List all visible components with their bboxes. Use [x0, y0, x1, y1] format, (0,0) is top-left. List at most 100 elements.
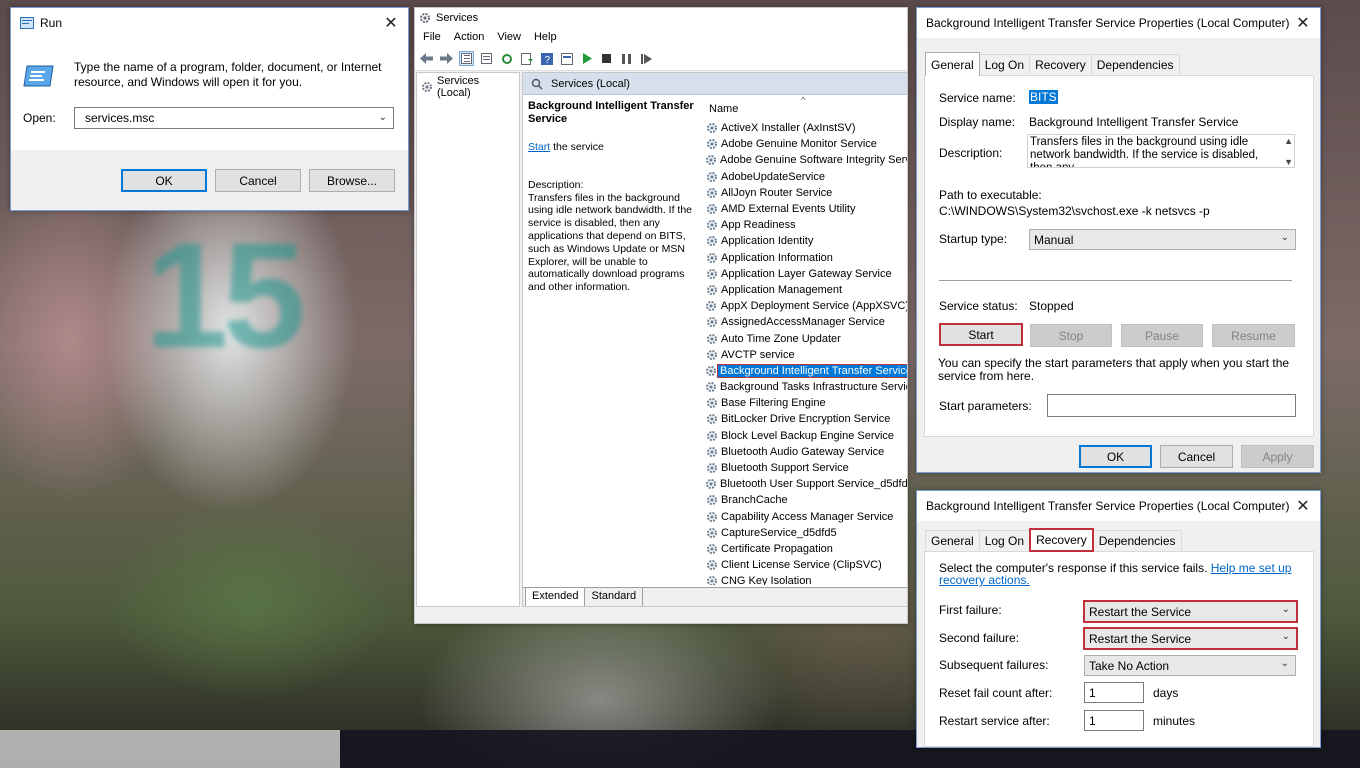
service-row[interactable]: AVCTP service: [705, 347, 907, 363]
run-browse-button[interactable]: Browse...: [309, 169, 395, 192]
service-row[interactable]: Block Level Backup Engine Service: [705, 428, 907, 444]
show-tree-icon[interactable]: [459, 51, 474, 66]
pause-service-icon[interactable]: [619, 51, 634, 66]
run-ok-button[interactable]: OK: [121, 169, 207, 192]
run-prompt: Type the name of a program, folder, docu…: [74, 60, 382, 89]
tab-extended[interactable]: Extended: [525, 588, 586, 606]
menu-action[interactable]: Action: [454, 31, 485, 43]
service-row[interactable]: Bluetooth Support Service: [705, 460, 907, 476]
restart-service-unit: minutes: [1153, 714, 1196, 728]
scroll-up-icon[interactable]: ▲: [1284, 136, 1293, 146]
service-row[interactable]: Certificate Propagation: [705, 541, 907, 557]
service-name-value[interactable]: BITS: [1029, 90, 1058, 104]
start-button[interactable]: Start: [939, 323, 1023, 346]
gear-icon: [705, 445, 718, 458]
resume-button[interactable]: Resume: [1212, 324, 1295, 347]
service-row[interactable]: AdobeUpdateService: [705, 169, 907, 185]
service-row-label: Certificate Propagation: [721, 542, 833, 555]
service-row[interactable]: Background Tasks Infrastructure Service: [705, 379, 907, 395]
service-row[interactable]: ActiveX Installer (AxInstSV): [705, 120, 907, 136]
refresh-icon[interactable]: [499, 51, 514, 66]
reset-fail-count-input[interactable]: 1: [1084, 682, 1144, 703]
props1-close-button[interactable]: ✕: [1286, 8, 1320, 38]
export-list-icon[interactable]: [519, 51, 534, 66]
chevron-down-icon[interactable]: ⌄: [379, 112, 387, 123]
tab-recovery[interactable]: Recovery: [1029, 54, 1092, 74]
properties-icon[interactable]: [559, 51, 574, 66]
tab-dependencies[interactable]: Dependencies: [1090, 54, 1180, 74]
service-row[interactable]: Client License Service (ClipSVC): [705, 557, 907, 573]
run-open-input[interactable]: services.msc ⌄: [74, 107, 394, 129]
tab-general[interactable]: General: [925, 52, 980, 76]
start-service-link[interactable]: Start: [528, 141, 550, 153]
menu-file[interactable]: File: [423, 31, 441, 43]
description-box[interactable]: Transfers files in the background using …: [1027, 134, 1295, 168]
service-row[interactable]: CNG Key Isolation: [705, 573, 907, 585]
run-titlebar: Run ✕: [11, 8, 408, 38]
tab-log-on[interactable]: Log On: [978, 530, 1031, 550]
service-row[interactable]: Application Management: [705, 282, 907, 298]
restart-service-icon[interactable]: [639, 51, 654, 66]
service-row[interactable]: AppX Deployment Service (AppXSVC): [705, 298, 907, 314]
tab-recovery[interactable]: Recovery: [1029, 528, 1094, 552]
service-row[interactable]: AMD External Events Utility: [705, 201, 907, 217]
service-row[interactable]: Auto Time Zone Updater: [705, 330, 907, 346]
service-row[interactable]: BitLocker Drive Encryption Service: [705, 411, 907, 427]
service-row[interactable]: Adobe Genuine Monitor Service: [705, 136, 907, 152]
service-row[interactable]: Adobe Genuine Software Integrity Servi: [705, 152, 907, 168]
gear-icon: [705, 364, 717, 377]
service-row[interactable]: Application Identity: [705, 233, 907, 249]
run-close-button[interactable]: ✕: [374, 8, 408, 38]
props1-cancel-button[interactable]: Cancel: [1160, 445, 1233, 468]
second-failure-select[interactable]: Restart the Service ⌄: [1083, 627, 1298, 650]
back-arrow-icon[interactable]: [419, 51, 434, 66]
close-icon: ✕: [384, 15, 398, 32]
props1-apply-button[interactable]: Apply: [1241, 445, 1314, 468]
service-row[interactable]: Bluetooth User Support Service_d5dfd5: [705, 476, 907, 492]
tab-dependencies[interactable]: Dependencies: [1092, 530, 1182, 550]
help-icon[interactable]: ?: [539, 51, 554, 66]
run-cancel-button[interactable]: Cancel: [215, 169, 301, 192]
service-row-label: ActiveX Installer (AxInstSV): [721, 122, 856, 135]
service-row[interactable]: App Readiness: [705, 217, 907, 233]
startup-type-select[interactable]: Manual ⌄: [1029, 229, 1296, 250]
restart-service-input[interactable]: 1: [1084, 710, 1144, 731]
start-params-input[interactable]: [1047, 394, 1296, 417]
subsequent-failures-select[interactable]: Take No Action ⌄: [1084, 655, 1296, 676]
service-row[interactable]: AssignedAccessManager Service: [705, 314, 907, 330]
props2-close-button[interactable]: ✕: [1286, 491, 1320, 521]
list-view-icon[interactable]: [479, 51, 494, 66]
stop-button[interactable]: Stop: [1030, 324, 1112, 347]
gear-icon: [705, 462, 718, 475]
service-row[interactable]: Bluetooth Audio Gateway Service: [705, 444, 907, 460]
service-row[interactable]: Application Layer Gateway Service: [705, 266, 907, 282]
props1-tabs: General Log On Recovery Dependencies: [925, 52, 1180, 76]
service-row[interactable]: CaptureService_d5dfd5: [705, 525, 907, 541]
gear-icon: [705, 219, 718, 232]
gear-icon: [705, 542, 718, 555]
forward-arrow-icon[interactable]: [439, 51, 454, 66]
column-header-name[interactable]: Name: [705, 95, 907, 117]
props1-ok-button[interactable]: OK: [1079, 445, 1152, 468]
tab-log-on[interactable]: Log On: [978, 54, 1031, 74]
pause-button[interactable]: Pause: [1121, 324, 1203, 347]
first-failure-select[interactable]: Restart the Service ⌄: [1083, 600, 1298, 623]
services-menubar: File Action View Help: [415, 27, 907, 47]
tree-item-services-local[interactable]: Services (Local): [417, 73, 519, 101]
menu-view[interactable]: View: [497, 31, 521, 43]
scroll-down-icon[interactable]: ▼: [1284, 157, 1293, 167]
menu-help[interactable]: Help: [534, 31, 557, 43]
stop-service-icon[interactable]: [599, 51, 614, 66]
service-row[interactable]: AllJoyn Router Service: [705, 185, 907, 201]
detail-title: Background Intelligent Transfer Service: [528, 100, 694, 125]
props2-tabs: General Log On Recovery Dependencies: [925, 528, 1182, 552]
service-row[interactable]: Capability Access Manager Service: [705, 509, 907, 525]
service-row[interactable]: BranchCache: [705, 492, 907, 508]
tab-general[interactable]: General: [925, 530, 980, 550]
service-row[interactable]: Application Information: [705, 250, 907, 266]
service-row-selected[interactable]: Background Intelligent Transfer Service: [705, 363, 907, 379]
start-service-icon[interactable]: [579, 51, 594, 66]
tab-standard[interactable]: Standard: [585, 588, 644, 606]
service-row[interactable]: Base Filtering Engine: [705, 395, 907, 411]
reset-fail-count-unit: days: [1153, 686, 1179, 700]
